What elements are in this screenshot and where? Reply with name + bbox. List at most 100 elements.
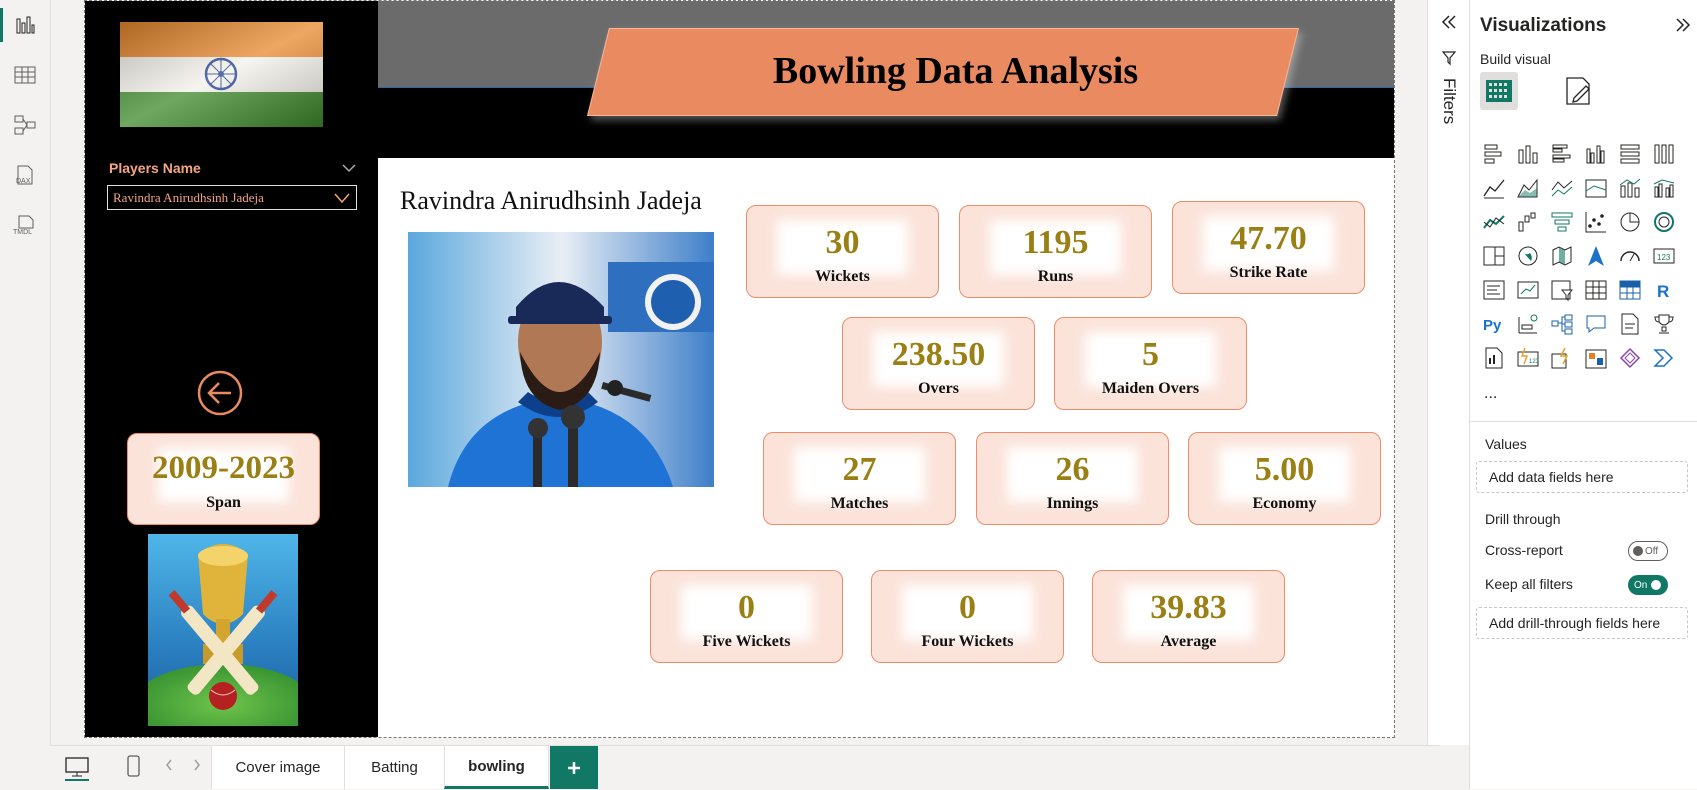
clustered-bar-chart-icon[interactable] (1550, 142, 1574, 166)
values-label: Values (1485, 436, 1527, 452)
paginated-report-icon[interactable] (1482, 346, 1506, 370)
donut-chart-icon[interactable] (1652, 210, 1676, 234)
kpi-card: 0 Four Wickets (871, 570, 1064, 663)
collapse-right-icon[interactable] (1674, 17, 1692, 38)
more-visuals-button[interactable]: ... (1484, 385, 1497, 403)
card-icon[interactable]: 123 (1652, 244, 1676, 268)
r-visual-icon[interactable]: R (1652, 278, 1676, 302)
slicer-label: Players Name (109, 160, 201, 176)
kpi-label: Runs (1037, 268, 1074, 285)
ribbon-chart-icon[interactable] (1482, 210, 1506, 234)
100-stacked-bar-icon[interactable] (1618, 142, 1642, 166)
toggle-state: Off (1645, 545, 1659, 557)
players-name-dropdown[interactable]: Ravindra Anirudhsinh Jadeja (107, 185, 357, 210)
kpi-card: 30 Wickets (746, 205, 939, 298)
python-visual-icon[interactable]: Py (1482, 312, 1506, 336)
stacked-column-chart-icon[interactable] (1516, 142, 1540, 166)
back-arrow-button[interactable] (197, 370, 243, 416)
kpi-label: Five Wickets (702, 633, 791, 650)
chevron-right-icon[interactable] (192, 758, 202, 777)
table-view-icon[interactable] (10, 60, 40, 90)
toggle-knob (1633, 546, 1643, 556)
visualizations-pane: Visualizations Build visual 123 R Py 123 (1469, 0, 1697, 789)
kpi-label: Wickets (815, 268, 870, 285)
cross-report-toggle[interactable]: Off (1628, 541, 1668, 561)
trophy-icon[interactable] (1652, 312, 1676, 336)
treemap-icon[interactable] (1482, 244, 1506, 268)
keep-all-filters-toggle[interactable]: On (1628, 575, 1668, 595)
tmdl-view-icon[interactable]: TMDL (10, 210, 40, 240)
kpi-card: 47.70 Strike Rate (1172, 201, 1365, 294)
automate-flow-icon[interactable] (1652, 346, 1676, 370)
svg-text:TMDL: TMDL (13, 229, 32, 236)
filled-map-icon[interactable] (1550, 244, 1574, 268)
kpi-card: 5 Maiden Overs (1054, 317, 1247, 410)
drill-through-label: Drill through (1485, 511, 1561, 527)
decomposition-tree-icon[interactable] (1550, 312, 1574, 336)
slicer-icon[interactable] (1550, 278, 1574, 302)
build-visual-tab[interactable] (1480, 72, 1518, 110)
format-visual-icon[interactable] (1564, 76, 1594, 113)
pie-chart-icon[interactable] (1618, 210, 1642, 234)
kpi-icon[interactable] (1516, 278, 1540, 302)
mobile-layout-icon[interactable] (118, 752, 148, 782)
add-page-button[interactable] (550, 746, 598, 789)
back-arrow-icon (197, 370, 243, 416)
dax-query-icon[interactable]: DAX (10, 160, 40, 190)
tab-cover-image[interactable]: Cover image (211, 746, 345, 789)
stacked-area-chart-icon[interactable] (1550, 176, 1574, 200)
toggle-knob (1651, 580, 1662, 590)
tab-bowling[interactable]: bowling (444, 746, 549, 789)
values-dropzone[interactable]: Add data fields here (1476, 461, 1688, 493)
filters-label[interactable]: Filters (1439, 78, 1459, 124)
azure-map-icon[interactable] (1584, 244, 1608, 268)
tab-label: bowling (468, 757, 525, 775)
waterfall-chart-icon[interactable] (1516, 210, 1540, 234)
drill-through-dropzone[interactable]: Add drill-through fields here (1476, 607, 1688, 639)
cross-report-label: Cross-report (1485, 542, 1563, 558)
chevron-down-icon (334, 192, 350, 208)
metrics-icon[interactable] (1584, 346, 1608, 370)
stacked-bar-chart-icon[interactable] (1482, 142, 1506, 166)
line-chart-icon[interactable] (1482, 176, 1506, 200)
filter-icon (1441, 50, 1457, 71)
svg-text:DAX: DAX (16, 178, 31, 185)
kpi-value: 238.50 (891, 336, 986, 373)
power-automate-icon[interactable] (1550, 346, 1574, 370)
tab-batting[interactable]: Batting (344, 746, 445, 789)
slicer-selected-value: Ravindra Anirudhsinh Jadeja (113, 189, 264, 205)
multi-row-card-icon[interactable] (1482, 278, 1506, 302)
view-rail: DAX TMDL (0, 0, 51, 789)
kpi-value: 27 (842, 451, 877, 488)
report-view-icon[interactable] (10, 10, 40, 40)
line-and-stacked-column-icon[interactable] (1618, 176, 1642, 200)
power-apps-visual-icon[interactable] (1618, 346, 1642, 370)
table-icon[interactable] (1584, 278, 1608, 302)
collapse-left-icon[interactable] (1440, 14, 1458, 35)
kpi-value: 30 (825, 224, 860, 261)
line-and-clustered-column-icon[interactable] (1652, 176, 1676, 200)
scatter-chart-icon[interactable] (1584, 210, 1608, 234)
slicer-collapse-icon[interactable] (342, 160, 356, 178)
smart-narrative-icon[interactable] (1618, 312, 1642, 336)
funnel-chart-icon[interactable] (1550, 210, 1574, 234)
kpi-label: Economy (1252, 495, 1317, 512)
chevron-left-icon[interactable] (164, 758, 174, 777)
span-card: 2009-2023 Span (127, 433, 320, 525)
map-icon[interactable] (1516, 244, 1540, 268)
model-view-icon[interactable] (10, 110, 40, 140)
area-chart-icon[interactable] (1516, 176, 1540, 200)
100-stacked-column-icon[interactable] (1652, 142, 1676, 166)
key-influencers-icon[interactable] (1516, 312, 1540, 336)
qa-visual-icon[interactable] (1584, 312, 1608, 336)
player-name: Ravindra Anirudhsinh Jadeja (400, 186, 702, 215)
power-apps-icon[interactable]: 123 (1516, 346, 1540, 370)
gauge-icon[interactable] (1618, 244, 1642, 268)
india-flag-image (120, 22, 323, 127)
desktop-layout-icon[interactable] (62, 752, 92, 782)
matrix-icon[interactable] (1618, 278, 1642, 302)
cricket-trophy-image (133, 534, 313, 744)
clustered-column-chart-icon[interactable] (1584, 142, 1608, 166)
100-stacked-area-icon[interactable] (1584, 176, 1608, 200)
svg-text:123: 123 (1657, 253, 1671, 262)
